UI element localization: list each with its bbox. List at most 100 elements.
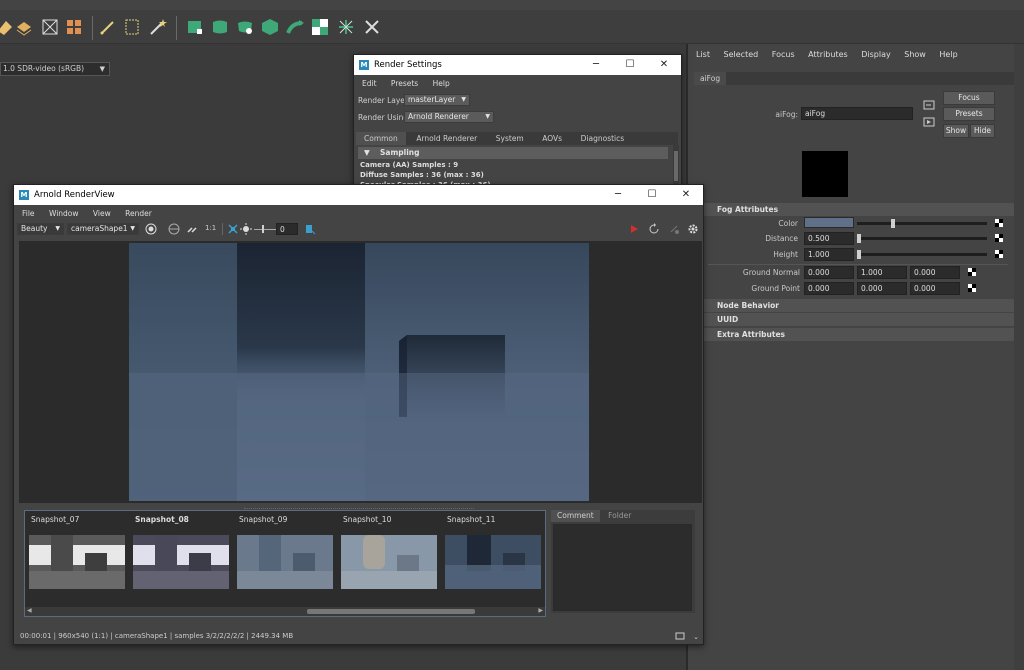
node-name-field[interactable]: aiFog <box>801 107 913 120</box>
close-button[interactable]: ✕ <box>669 185 703 205</box>
maximize-button[interactable]: ☐ <box>613 55 647 75</box>
aov-dropdown[interactable]: Beauty ▼ <box>17 223 64 235</box>
snapshot-item[interactable]: Snapshot_10 <box>337 511 438 604</box>
height-field[interactable]: 1.000 <box>804 248 854 261</box>
snapshot-icon[interactable] <box>304 223 316 235</box>
distance-slider-knob[interactable] <box>857 234 861 243</box>
exposure-icon[interactable] <box>240 223 252 235</box>
crop-icon[interactable] <box>227 223 239 235</box>
distance-slider[interactable] <box>857 237 987 240</box>
tab-arnold-renderer[interactable]: Arnold Renderer <box>408 132 485 145</box>
ground-point-z[interactable]: 0.000 <box>910 282 960 295</box>
uv-sew-icon[interactable] <box>362 17 382 37</box>
minimize-button[interactable]: ─ <box>579 55 613 75</box>
color-slider[interactable] <box>857 222 987 225</box>
ground-normal-x[interactable]: 0.000 <box>804 266 854 279</box>
chevron-down-icon[interactable]: ⌄ <box>693 633 699 641</box>
refresh-icon[interactable] <box>648 223 660 235</box>
menu-edit[interactable]: Edit <box>362 79 377 88</box>
render-settings-titlebar[interactable]: M Render Settings ─ ☐ ✕ <box>354 55 681 75</box>
exposure-slider[interactable] <box>254 229 276 230</box>
close-button[interactable]: ✕ <box>647 55 681 75</box>
ground-point-map-button[interactable] <box>968 284 976 292</box>
play-render-icon[interactable] <box>629 224 639 234</box>
uv-unfold-icon[interactable] <box>286 17 306 37</box>
ground-normal-y[interactable]: 1.000 <box>857 266 907 279</box>
ground-point-x[interactable]: 0.000 <box>804 282 854 295</box>
comment-textarea[interactable] <box>553 524 692 611</box>
ground-normal-map-button[interactable] <box>968 268 976 276</box>
color-map-button[interactable] <box>995 219 1003 227</box>
exposure-field[interactable]: 0 <box>276 223 298 235</box>
tab-common[interactable]: Common <box>356 132 406 145</box>
snapshot-item[interactable]: Snapshot_11 <box>441 511 542 604</box>
sampling-section[interactable]: ▼ Sampling <box>358 147 668 159</box>
input-connection-icon[interactable] <box>923 100 935 110</box>
snapshot-scrollbar[interactable]: ◀ ▶ <box>25 607 545 616</box>
ground-normal-z[interactable]: 0.000 <box>910 266 960 279</box>
maximize-button[interactable]: ☐ <box>635 185 669 205</box>
ground-point-y[interactable]: 0.000 <box>857 282 907 295</box>
hide-button[interactable]: Hide <box>970 124 995 138</box>
node-behavior-section[interactable]: Node Behavior <box>692 299 1016 312</box>
menu-attributes[interactable]: Attributes <box>808 50 848 59</box>
pencil-icon[interactable] <box>98 17 118 37</box>
distance-field[interactable]: 0.500 <box>804 232 854 245</box>
tab-aifog[interactable]: aiFog <box>694 72 727 85</box>
color-slider-knob[interactable] <box>891 219 895 228</box>
presets-button[interactable]: Presets <box>943 107 995 121</box>
swap-icon[interactable] <box>186 223 198 235</box>
uv-sphere-icon[interactable] <box>235 17 255 37</box>
uv-cube-icon[interactable] <box>260 17 280 37</box>
output-connection-icon[interactable] <box>923 117 935 127</box>
uuid-section[interactable]: UUID <box>692 313 1016 326</box>
display-icon[interactable] <box>675 632 685 640</box>
distance-map-button[interactable] <box>995 234 1003 242</box>
gear-icon[interactable] <box>687 223 699 235</box>
scroll-right-icon[interactable]: ▶ <box>538 607 543 614</box>
tab-diagnostics[interactable]: Diagnostics <box>573 132 633 145</box>
render-canvas[interactable] <box>19 241 702 503</box>
menu-list[interactable]: List <box>696 50 710 59</box>
sphere-icon[interactable] <box>168 223 180 235</box>
uv-cut-icon[interactable] <box>336 17 356 37</box>
splitter-handle[interactable] <box>244 508 474 509</box>
box-x-icon[interactable] <box>40 17 60 37</box>
exposure-slider-knob[interactable] <box>262 225 264 233</box>
grid-cubes-icon[interactable] <box>64 17 84 37</box>
menu-file[interactable]: File <box>22 209 35 218</box>
extra-attributes-section[interactable]: Extra Attributes <box>692 328 1016 341</box>
color-space-dropdown[interactable]: 1.0 SDR-video (sRGB) ▼ <box>0 62 110 76</box>
bounding-box-icon[interactable] <box>122 17 142 37</box>
snapshot-item[interactable]: Snapshot_07 <box>25 511 126 604</box>
menu-help[interactable]: Help <box>433 79 450 88</box>
render-layer-dropdown[interactable]: masterLayer ▼ <box>404 94 470 106</box>
render-using-dropdown[interactable]: Arnold Renderer ▼ <box>404 111 494 123</box>
layers-icon[interactable] <box>14 17 34 37</box>
scroll-left-icon[interactable]: ◀ <box>27 607 32 614</box>
uv-plane-icon[interactable] <box>185 17 205 37</box>
height-map-button[interactable] <box>995 250 1003 258</box>
show-button[interactable]: Show <box>943 124 969 138</box>
menu-view[interactable]: View <box>93 209 111 218</box>
tab-folder[interactable]: Folder <box>602 510 637 522</box>
region-icon[interactable] <box>145 223 157 235</box>
snapshot-item[interactable]: Snapshot_08 <box>129 511 230 604</box>
minimize-button[interactable]: ─ <box>601 185 635 205</box>
camera-dropdown[interactable]: cameraShape1 ▼ <box>67 223 139 235</box>
fog-attributes-section[interactable]: Fog Attributes <box>692 203 1016 216</box>
menu-show[interactable]: Show <box>904 50 926 59</box>
uv-cylinder-icon[interactable] <box>210 17 230 37</box>
height-slider[interactable] <box>857 253 987 256</box>
menu-selected[interactable]: Selected <box>724 50 759 59</box>
ipr-icon[interactable] <box>668 223 680 235</box>
menu-display[interactable]: Display <box>861 50 891 59</box>
snapshot-scroll-thumb[interactable] <box>307 609 475 614</box>
tab-system[interactable]: System <box>488 132 532 145</box>
focus-button[interactable]: Focus <box>943 91 995 105</box>
menu-presets[interactable]: Presets <box>391 79 418 88</box>
color-swatch[interactable] <box>804 217 854 228</box>
uv-checker-icon[interactable] <box>310 17 330 37</box>
menu-window[interactable]: Window <box>49 209 79 218</box>
snapshot-item[interactable]: Snapshot_09 <box>233 511 334 604</box>
